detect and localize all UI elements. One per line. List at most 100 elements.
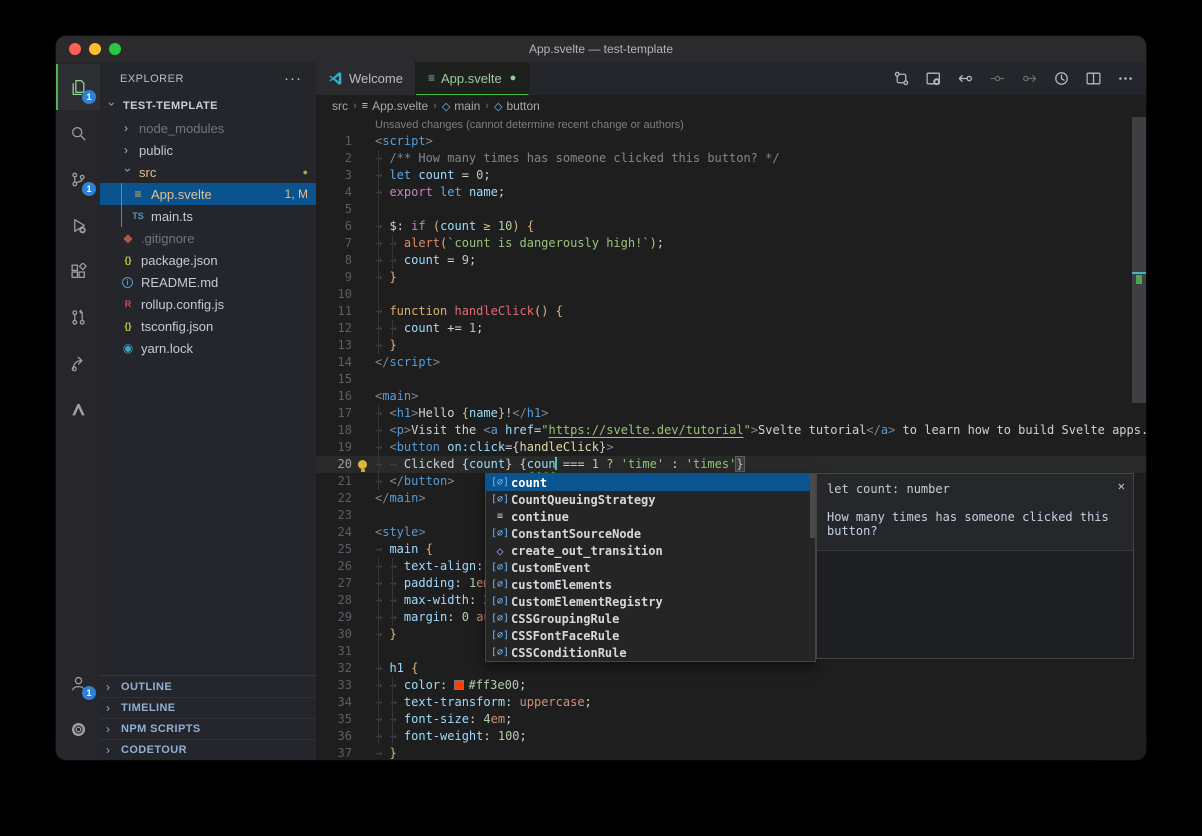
line-number[interactable]: 5 [316, 201, 352, 218]
code-line[interactable]: 34→ → text-transform: uppercase; [316, 694, 1146, 711]
line-number[interactable]: 24 [316, 524, 352, 541]
code-editor[interactable]: Unsaved changes (cannot determine recent… [316, 117, 1146, 760]
code-line[interactable]: 19→ <button on:click={handleClick}> [316, 439, 1146, 456]
code-line[interactable]: 9→ } [316, 269, 1146, 286]
zoom-window-button[interactable] [109, 43, 121, 55]
code-line[interactable]: 10 [316, 286, 1146, 303]
line-number[interactable]: 4 [316, 184, 352, 201]
minimize-window-button[interactable] [89, 43, 101, 55]
line-number[interactable]: 17 [316, 405, 352, 422]
suggestion-item-create_out_transition[interactable]: ◇create_out_transition [486, 542, 815, 559]
suggestion-item-ConstantSourceNode[interactable]: [∅]ConstantSourceNode [486, 525, 815, 542]
activity-item-settings[interactable] [56, 706, 100, 752]
line-number[interactable]: 19 [316, 439, 352, 456]
line-number[interactable]: 34 [316, 694, 352, 711]
suggestion-item-CSSGroupingRule[interactable]: [∅]CSSGroupingRule [486, 610, 815, 627]
code-line[interactable]: 35→ → font-size: 4em; [316, 711, 1146, 728]
code-line[interactable]: 2→ /** How many times has someone clicke… [316, 150, 1146, 167]
suggestion-item-CustomElementRegistry[interactable]: [∅]CustomElementRegistry [486, 593, 815, 610]
code-line[interactable]: 8→ → count = 9; [316, 252, 1146, 269]
activity-item-search[interactable] [56, 110, 100, 156]
line-number[interactable]: 27 [316, 575, 352, 592]
more-actions-icon[interactable] [1117, 70, 1134, 87]
line-number[interactable]: 22 [316, 490, 352, 507]
tree-root[interactable]: ›TEST-TEMPLATE [100, 95, 316, 117]
tree-item-App.svelte[interactable]: ≡App.svelte1, M [100, 183, 316, 205]
activity-item-live-share[interactable] [56, 340, 100, 386]
close-icon[interactable]: ✕ [1118, 479, 1125, 493]
title-bar[interactable]: App.svelte — test-template [56, 36, 1146, 62]
tree-item-yarn.lock[interactable]: ◉yarn.lock [100, 337, 316, 359]
navigate-back-icon[interactable] [957, 70, 974, 87]
activity-item-pull-requests[interactable] [56, 294, 100, 340]
line-number[interactable]: 23 [316, 507, 352, 524]
sidebar-panel-outline[interactable]: ›OUTLINE [100, 676, 316, 697]
tree-item-tsconfig.json[interactable]: {}tsconfig.json [100, 315, 316, 337]
code-line[interactable]: 11→ function handleClick() { [316, 303, 1146, 320]
line-number[interactable]: 12 [316, 320, 352, 337]
line-number[interactable]: 18 [316, 422, 352, 439]
line-number[interactable]: 10 [316, 286, 352, 303]
line-number[interactable]: 37 [316, 745, 352, 760]
timeline-icon[interactable] [1053, 70, 1070, 87]
line-number[interactable]: 21 [316, 473, 352, 490]
line-number[interactable]: 13 [316, 337, 352, 354]
suggestion-item-CSSConditionRule[interactable]: [∅]CSSConditionRule [486, 644, 815, 661]
activity-item-extensions[interactable] [56, 248, 100, 294]
sidebar-panel-npm-scripts[interactable]: ›NPM SCRIPTS [100, 718, 316, 739]
code-line[interactable]: 18→ <p>Visit the <a href="https://svelte… [316, 422, 1146, 439]
navigate-previous-icon[interactable] [989, 70, 1006, 87]
split-editor-icon[interactable] [1085, 70, 1102, 87]
activity-item-source-control[interactable]: 1 [56, 156, 100, 202]
tree-item-.gitignore[interactable]: ◆.gitignore [100, 227, 316, 249]
line-number[interactable]: 9 [316, 269, 352, 286]
tab-app-svelte[interactable]: ≡App.svelte● [416, 62, 529, 95]
tree-item-rollup.config.js[interactable]: Rrollup.config.js [100, 293, 316, 315]
line-number[interactable]: 25 [316, 541, 352, 558]
tree-item-README.md[interactable]: iREADME.md [100, 271, 316, 293]
code-line[interactable]: 5 [316, 201, 1146, 218]
breadcrumb-item-src[interactable]: src [332, 99, 348, 113]
code-line[interactable]: 1<script> [316, 133, 1146, 150]
close-window-button[interactable] [69, 43, 81, 55]
code-line[interactable]: 17→ <h1>Hello {name}!</h1> [316, 405, 1146, 422]
line-number[interactable]: 30 [316, 626, 352, 643]
suggest-scrollbar[interactable] [810, 474, 815, 538]
line-number[interactable]: 16 [316, 388, 352, 405]
line-number[interactable]: 26 [316, 558, 352, 575]
sidebar-panel-timeline[interactable]: ›TIMELINE [100, 697, 316, 718]
sidebar-more-actions-icon[interactable]: ··· [284, 70, 302, 87]
line-number[interactable]: 15 [316, 371, 352, 388]
editor-scrollbar[interactable] [1132, 117, 1146, 760]
line-number[interactable]: 31 [316, 643, 352, 660]
tree-item-main.ts[interactable]: TSmain.ts [100, 205, 316, 227]
suggestion-item-CountQueuingStrategy[interactable]: [∅]CountQueuingStrategy [486, 491, 815, 508]
breadcrumb-item-app-svelte[interactable]: ≡App.svelte [362, 99, 428, 113]
code-line[interactable]: 14</script> [316, 354, 1146, 371]
breadcrumb-item-main[interactable]: ◇main [442, 99, 480, 113]
line-number[interactable]: 11 [316, 303, 352, 320]
suggestion-item-count[interactable]: [∅]count [486, 474, 815, 491]
navigate-forward-icon[interactable] [1021, 70, 1038, 87]
code-line[interactable]: 16<main> [316, 388, 1146, 405]
line-number[interactable]: 35 [316, 711, 352, 728]
code-line[interactable]: 36→ → font-weight: 100; [316, 728, 1146, 745]
code-line[interactable]: 6→ $: if (count ≥ 10) { [316, 218, 1146, 235]
line-number[interactable]: 6 [316, 218, 352, 235]
code-line[interactable]: 3→ let count = 0; [316, 167, 1146, 184]
code-line[interactable]: 32→ h1 { [316, 660, 1146, 677]
code-line[interactable]: 12→ → count += 1; [316, 320, 1146, 337]
line-number[interactable]: 2 [316, 150, 352, 167]
tab-welcome[interactable]: Welcome [316, 62, 416, 95]
scrollbar-thumb[interactable] [1132, 117, 1146, 403]
line-number[interactable]: 33 [316, 677, 352, 694]
line-number[interactable]: 29 [316, 609, 352, 626]
suggestion-item-continue[interactable]: ≡continue [486, 508, 815, 525]
code-line[interactable]: 7→ → alert(`count is dangerously high!`)… [316, 235, 1146, 252]
code-line[interactable]: 13→ } [316, 337, 1146, 354]
open-changes-icon[interactable] [893, 70, 910, 87]
line-number[interactable]: 20 [316, 456, 352, 473]
code-line[interactable]: 4→ export let name; [316, 184, 1146, 201]
code-line[interactable]: 15 [316, 371, 1146, 388]
line-number[interactable]: 8 [316, 252, 352, 269]
